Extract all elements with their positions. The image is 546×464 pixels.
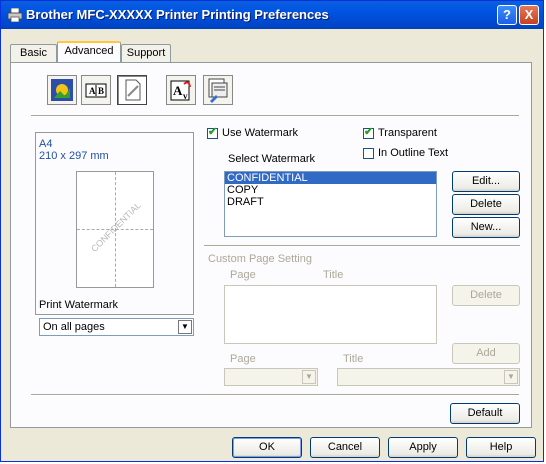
print-watermark-value: On all pages bbox=[43, 321, 105, 333]
help-title-button[interactable]: ? bbox=[497, 5, 517, 25]
header-footer-button[interactable]: A v bbox=[166, 75, 196, 105]
check-icon: ✔ bbox=[208, 126, 218, 138]
custom-title-select[interactable]: ▼ bbox=[337, 368, 520, 386]
custom-delete-button[interactable]: Delete bbox=[452, 285, 520, 306]
ok-button[interactable]: OK bbox=[232, 437, 302, 458]
use-watermark-checkbox[interactable]: ✔ bbox=[207, 126, 218, 139]
print-watermark-label: Print Watermark bbox=[39, 299, 119, 311]
print-watermark-select[interactable]: On all pages ▼ bbox=[39, 318, 194, 336]
color-quality-icon bbox=[51, 79, 73, 101]
toolbar-separator bbox=[31, 115, 519, 117]
title-bar[interactable]: Brother MFC-XXXXX Printer Printing Prefe… bbox=[1, 1, 543, 29]
check-icon: ✔ bbox=[364, 126, 374, 138]
in-outline-text-label: In Outline Text bbox=[378, 147, 449, 159]
new-button[interactable]: New... bbox=[452, 217, 520, 238]
paper-name: A4 bbox=[39, 138, 53, 150]
custom-page-list[interactable] bbox=[224, 285, 437, 344]
select-watermark-label: Select Watermark bbox=[228, 153, 316, 165]
paper-size: 210 x 297 mm bbox=[39, 150, 109, 162]
svg-text:B: B bbox=[98, 86, 104, 96]
color-quality-button[interactable] bbox=[47, 75, 77, 105]
chevron-down-icon[interactable]: ▼ bbox=[504, 370, 518, 384]
bottom-separator bbox=[31, 394, 519, 396]
watermark-item-confidential[interactable]: CONFIDENTIAL bbox=[225, 172, 436, 184]
custom-add-button[interactable]: Add bbox=[452, 343, 520, 364]
scaling-icon: A B bbox=[85, 83, 107, 98]
watermark-separator bbox=[204, 245, 520, 247]
device-options-icon bbox=[208, 78, 228, 103]
svg-text:A: A bbox=[89, 86, 96, 96]
edit-button[interactable]: Edit... bbox=[452, 171, 520, 192]
printing-preferences-window: Brother MFC-XXXXX Printer Printing Prefe… bbox=[0, 0, 544, 462]
header-footer-icon: A v bbox=[170, 80, 191, 101]
custom-col-title: Title bbox=[323, 269, 344, 281]
cancel-button[interactable]: Cancel bbox=[310, 437, 380, 458]
window-title: Brother MFC-XXXXX Printer Printing Prefe… bbox=[26, 7, 329, 22]
close-button[interactable]: X bbox=[519, 5, 539, 25]
default-button[interactable]: Default bbox=[450, 403, 520, 424]
scaling-button[interactable]: A B bbox=[81, 75, 111, 105]
apply-button[interactable]: Apply bbox=[388, 437, 458, 458]
custom-col-page: Page bbox=[230, 269, 256, 281]
device-options-button[interactable] bbox=[203, 75, 233, 105]
chevron-down-icon[interactable]: ▼ bbox=[178, 320, 192, 334]
watermark-button[interactable] bbox=[117, 75, 147, 105]
preview-paper: CONFIDENTIAL bbox=[76, 171, 154, 288]
tab-support[interactable]: Support bbox=[121, 44, 171, 62]
watermark-icon bbox=[125, 79, 141, 101]
delete-watermark-button[interactable]: Delete bbox=[452, 194, 520, 215]
help-button[interactable]: Help bbox=[466, 437, 536, 458]
watermark-item-draft[interactable]: DRAFT bbox=[225, 196, 436, 208]
svg-text:v: v bbox=[183, 91, 188, 101]
custom-page-select[interactable]: ▼ bbox=[224, 368, 318, 386]
watermark-item-copy[interactable]: COPY bbox=[225, 184, 436, 196]
svg-text:A: A bbox=[173, 83, 183, 98]
tab-basic[interactable]: Basic bbox=[10, 44, 57, 62]
custom-title-label: Title bbox=[343, 353, 364, 365]
tab-advanced[interactable]: Advanced bbox=[57, 41, 121, 62]
in-outline-text-checkbox[interactable] bbox=[363, 148, 374, 159]
transparent-checkbox[interactable]: ✔ bbox=[363, 126, 374, 139]
printer-icon bbox=[7, 8, 23, 22]
chevron-down-icon[interactable]: ▼ bbox=[302, 370, 316, 384]
use-watermark-label: Use Watermark bbox=[222, 127, 298, 139]
preview-watermark-text: CONFIDENTIAL bbox=[89, 200, 143, 254]
watermark-list[interactable]: CONFIDENTIAL COPY DRAFT bbox=[224, 171, 437, 237]
custom-page-label: Page bbox=[230, 353, 256, 365]
transparent-label: Transparent bbox=[378, 127, 437, 139]
custom-page-setting-label: Custom Page Setting bbox=[208, 253, 312, 265]
